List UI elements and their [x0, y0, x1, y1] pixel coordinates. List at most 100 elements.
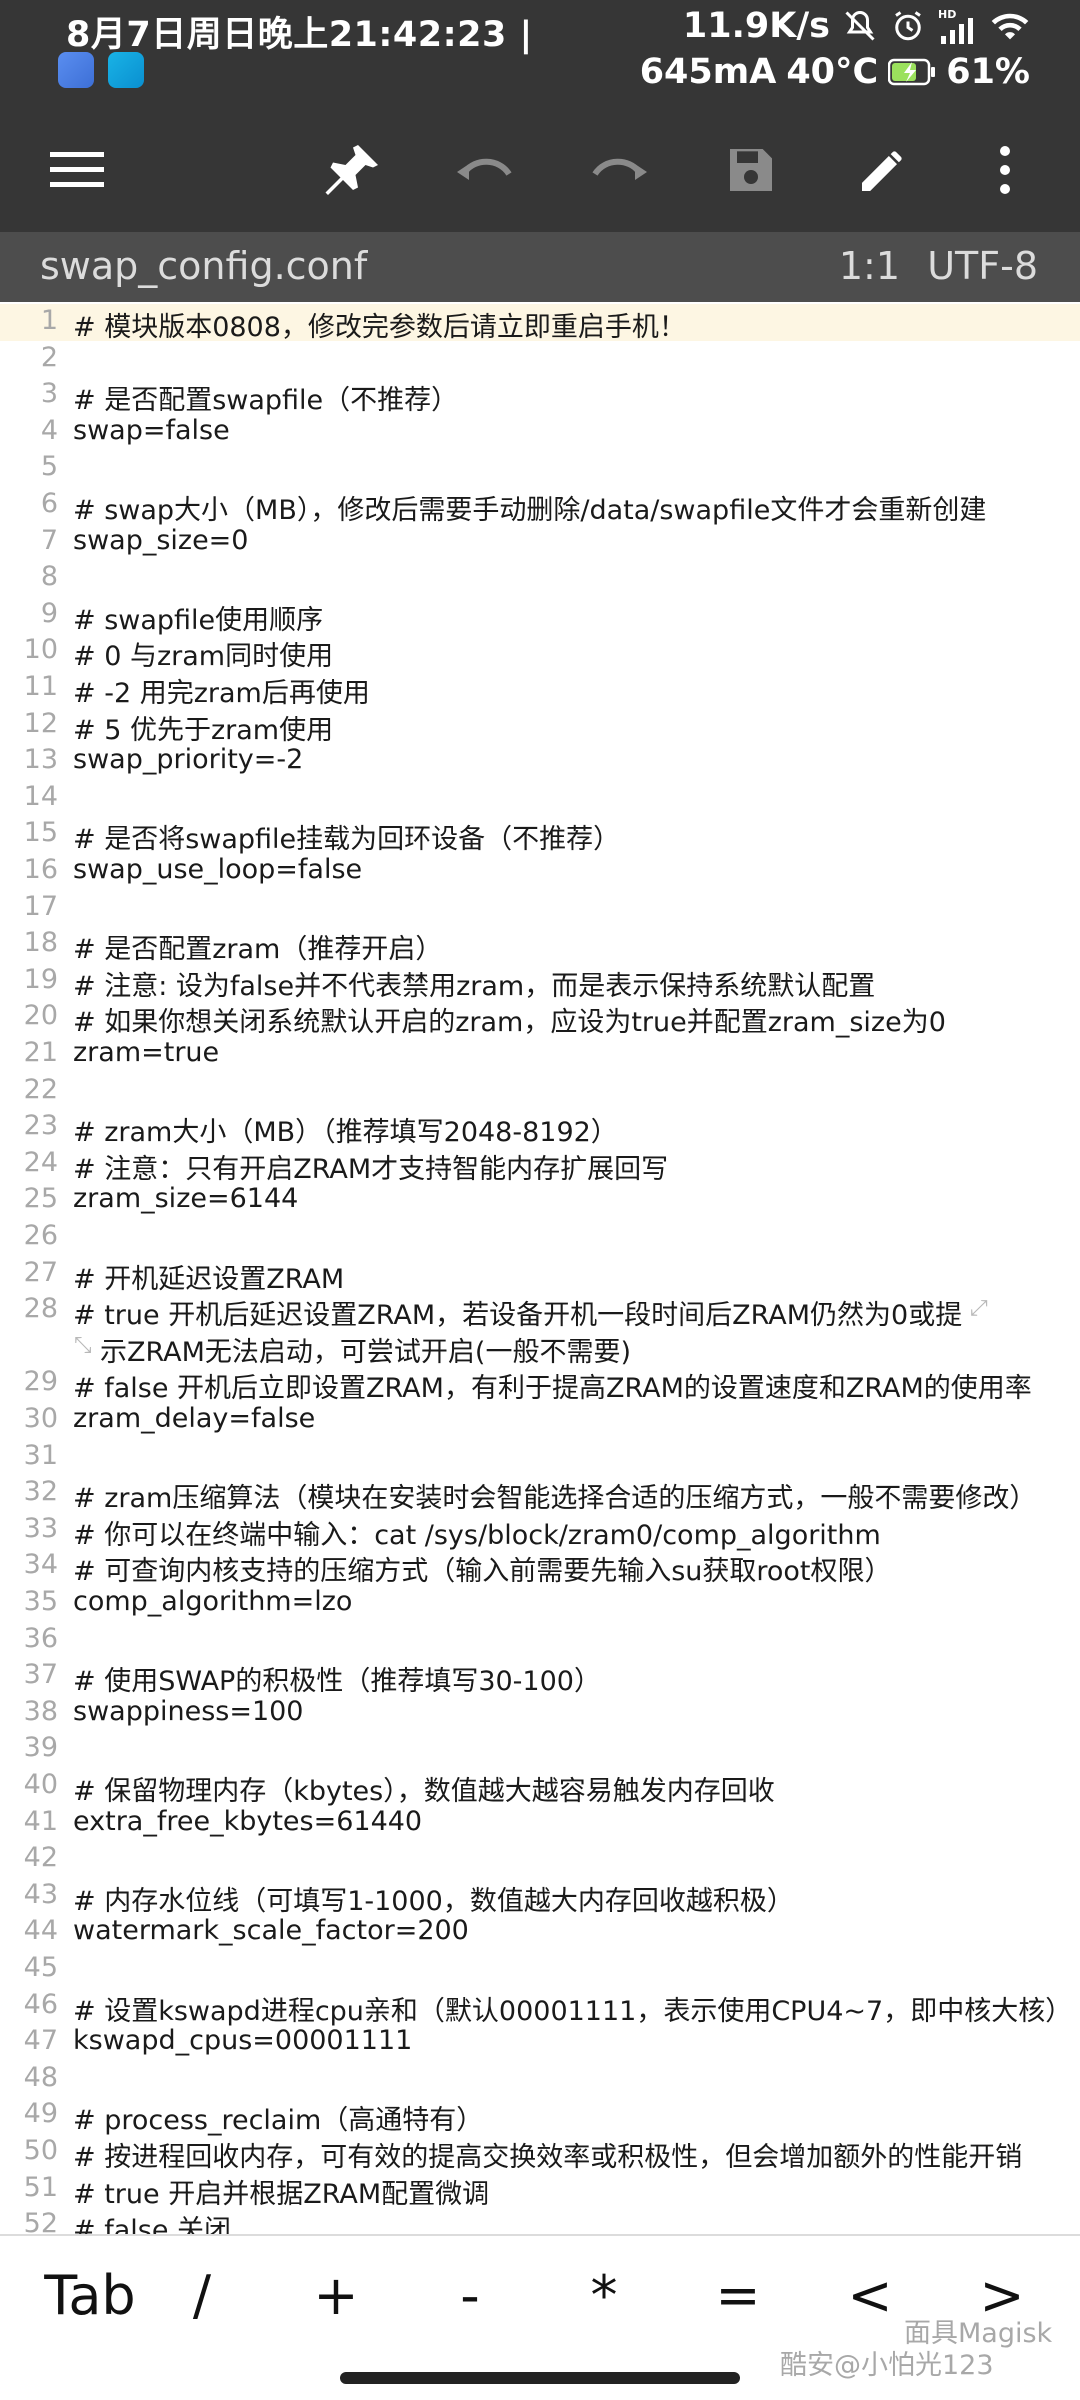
- editor-line[interactable]: 40 # 保留物理内存（kbytes），数值越大越容易触发内存回收: [0, 1768, 1080, 1807]
- line-number: 3: [40, 378, 58, 410]
- editor-line[interactable]: 52 # false 关闭: [0, 2207, 1080, 2234]
- editor-line[interactable]: 16 swap_use_loop=false: [0, 853, 1080, 890]
- status-right-top: 11.9K/s HD: [683, 6, 1030, 46]
- editor-line[interactable]: 33 # 你可以在终端中输入：cat /sys/block/zram0/comp_…: [0, 1512, 1080, 1551]
- editor-line[interactable]: 45: [0, 1951, 1080, 1988]
- editor-line[interactable]: 51 # true 开启并根据ZRAM配置微调: [0, 2171, 1080, 2210]
- editor-line[interactable]: 24 # 注意：只有开启ZRAM才支持智能内存扩展回写: [0, 1146, 1080, 1185]
- battery-percent: 61%: [946, 52, 1030, 92]
- editor-line[interactable]: 34 # 可查询内核支持的压缩方式（输入前需要先输入su获取root权限）: [0, 1548, 1080, 1587]
- editor-line[interactable]: 35 comp_algorithm=lzo: [0, 1585, 1080, 1622]
- key-slash[interactable]: /: [162, 2264, 242, 2327]
- editor-line[interactable]: 10 # 0 与zram同时使用: [0, 633, 1080, 673]
- editor-line[interactable]: 18 # 是否配置zram（推荐开启）: [0, 926, 1080, 965]
- editor-line[interactable]: 38 swappiness=100: [0, 1695, 1080, 1732]
- file-info-bar: swap_config.conf 1:1 UTF-8: [0, 232, 1080, 302]
- editor-line[interactable]: 29 # false 开机后立即设置ZRAM，有利于提高ZRAM的设置速度和ZRA…: [0, 1365, 1080, 1404]
- line-text: # 保留物理内存（kbytes），数值越大越容易触发内存回收: [73, 1776, 775, 1807]
- line-number: 9: [40, 597, 58, 629]
- line-number: 23: [23, 1110, 58, 1142]
- editor-line[interactable]: 43 # 内存水位线（可填写1-1000，数值越大内存回收越积极）: [0, 1878, 1080, 1917]
- key-equals[interactable]: =: [698, 2264, 778, 2327]
- editor-line[interactable]: 6 # swap大小（MB），修改后需要手动删除/data/swapfile文件才…: [0, 487, 1080, 526]
- editor-line[interactable]: 47 kswapd_cpus=00001111: [0, 2024, 1080, 2061]
- line-text: # 0 与zram同时使用: [73, 641, 334, 673]
- editor-line[interactable]: 42: [0, 1841, 1080, 1878]
- editor-line[interactable]: 31: [0, 1439, 1080, 1476]
- editor-line[interactable]: 36: [0, 1622, 1080, 1659]
- line-text: # zram大小（MB）（推荐填写2048-8192）: [73, 1117, 618, 1149]
- editor-line[interactable]: 4 swap=false: [0, 414, 1080, 451]
- menu-icon: [50, 152, 104, 187]
- line-number: 33: [23, 1512, 58, 1544]
- line-text: # true 开机后延迟设置ZRAM，若设备开机一段时间后ZRAM仍然为0或提: [73, 1300, 963, 1332]
- pin-button[interactable]: [308, 108, 398, 232]
- editor-line[interactable]: 30 zram_delay=false: [0, 1402, 1080, 1439]
- editor-line[interactable]: 19 # 注意: 设为false并不代表禁用zram，而是表示保持系统默认配置: [0, 963, 1080, 1002]
- editor-line[interactable]: 11 # -2 用完zram后再使用: [0, 670, 1080, 709]
- line-number: 43: [23, 1878, 58, 1910]
- line-number: 14: [23, 780, 58, 812]
- editor-line[interactable]: 50 # 按进程回收内存，可有效的提高交换效率或积极性，但会增加额外的性能开销: [0, 2134, 1080, 2173]
- line-number: 1: [40, 305, 58, 336]
- editor-line[interactable]: 27 # 开机延迟设置ZRAM: [0, 1256, 1080, 1295]
- redo-button[interactable]: [574, 108, 664, 232]
- line-number: 15: [23, 817, 58, 849]
- editor-line[interactable]: 3 # 是否配置swapfile（不推荐）: [0, 377, 1080, 416]
- editor-line[interactable]: 44 watermark_scale_factor=200: [0, 1914, 1080, 1951]
- undo-button[interactable]: [440, 108, 530, 232]
- editor-line[interactable]: 37 # 使用SWAP的积极性（推荐填写30-100）: [0, 1658, 1080, 1697]
- editor-line[interactable]: 2: [0, 341, 1080, 378]
- editor-line[interactable]: 15 # 是否将swapfile挂载为回环设备（不推荐）: [0, 816, 1080, 855]
- line-text: kswapd_cpus=00001111: [73, 2025, 413, 2057]
- key-minus[interactable]: -: [430, 2264, 510, 2327]
- line-number: 32: [23, 1476, 58, 1508]
- editor-line[interactable]: 14: [0, 780, 1080, 817]
- editor-line[interactable]: 48: [0, 2061, 1080, 2098]
- edit-button[interactable]: [838, 108, 928, 232]
- line-text: # true 开启并根据ZRAM配置微调: [73, 2178, 490, 2210]
- editor-line[interactable]: 41 extra_free_kbytes=61440: [0, 1805, 1080, 1842]
- save-button[interactable]: [706, 108, 796, 232]
- line-text: # 内存水位线（可填写1-1000，数值越大内存回收越积极）: [73, 1885, 794, 1917]
- code-editor[interactable]: 1 # 模块版本0808，修改完参数后请立即重启手机！ 2 3 # 是否配置swapfi…: [0, 304, 1080, 2234]
- status-bar: 8月7日周日晚上21:42:23 | 11.9K/s HD 645mA 40°C…: [0, 0, 1080, 108]
- editor-line[interactable]: 8: [0, 560, 1080, 597]
- line-text: # 设置kswapd进程cpu亲和（默认00001111，表示使用CPU4~7，…: [73, 1995, 1073, 2027]
- editor-line[interactable]: 7 swap_size=0: [0, 524, 1080, 561]
- battery-temperature: 40°C: [786, 52, 879, 92]
- editor-line[interactable]: 22: [0, 1073, 1080, 1110]
- editor-line[interactable]: 20 # 如果你想关闭系统默认开启的zram，应设为true并配置zram_siz…: [0, 999, 1080, 1038]
- more-options-button[interactable]: [970, 108, 1040, 232]
- watermark-line-2: 面具Magisk: [904, 2318, 1053, 2349]
- editor-line[interactable]: 5: [0, 450, 1080, 487]
- file-encoding[interactable]: UTF-8: [927, 244, 1038, 288]
- editor-line[interactable]: 12 # 5 优先于zram使用: [0, 707, 1080, 746]
- line-number: 20: [23, 1000, 58, 1032]
- line-text: # swap大小（MB），修改后需要手动删除/data/swapfile文件才会…: [73, 495, 987, 526]
- line-number: 50: [23, 2135, 58, 2166]
- key-plus[interactable]: +: [296, 2264, 376, 2327]
- editor-line[interactable]: 32 # zram压缩算法（模块在安装时会智能选择合适的压缩方式，一般不需要修改）: [0, 1475, 1080, 1514]
- editor-line[interactable]: 49 # process_reclaim（高通特有）: [0, 2097, 1080, 2136]
- editor-line[interactable]: 26: [0, 1219, 1080, 1256]
- line-number: 29: [23, 1366, 58, 1398]
- key-asterisk[interactable]: *: [564, 2264, 644, 2327]
- line-text: zram_delay=false: [73, 1403, 316, 1434]
- editor-line[interactable]: 23 # zram大小（MB）（推荐填写2048-8192）: [0, 1109, 1080, 1149]
- editor-line[interactable]: 13 swap_priority=-2: [0, 743, 1080, 780]
- editor-line[interactable]: 21 zram=true: [0, 1036, 1080, 1073]
- line-number: 37: [23, 1659, 58, 1691]
- editor-line[interactable]: 28 # true 开机后延迟设置ZRAM，若设备开机一段时间后ZRAM仍然为0或…: [0, 1292, 1080, 1368]
- gesture-nav-handle[interactable]: [340, 2372, 740, 2384]
- editor-line[interactable]: 1 # 模块版本0808，修改完参数后请立即重启手机！: [0, 304, 1080, 343]
- editor-line[interactable]: 9 # swapfile使用顺序: [0, 597, 1080, 636]
- editor-line[interactable]: 46 # 设置kswapd进程cpu亲和（默认00001111，表示使用CPU4~…: [0, 1988, 1080, 2027]
- key-tab[interactable]: Tab: [30, 2264, 150, 2327]
- editor-line[interactable]: 39: [0, 1731, 1080, 1768]
- menu-button[interactable]: [32, 108, 122, 232]
- editor-line[interactable]: 25 zram_size=6144: [0, 1182, 1080, 1219]
- line-number: 47: [23, 2025, 58, 2057]
- editor-line[interactable]: 17: [0, 890, 1080, 927]
- status-datetime: 8月7日周日晚上21:42:23 |: [66, 15, 533, 55]
